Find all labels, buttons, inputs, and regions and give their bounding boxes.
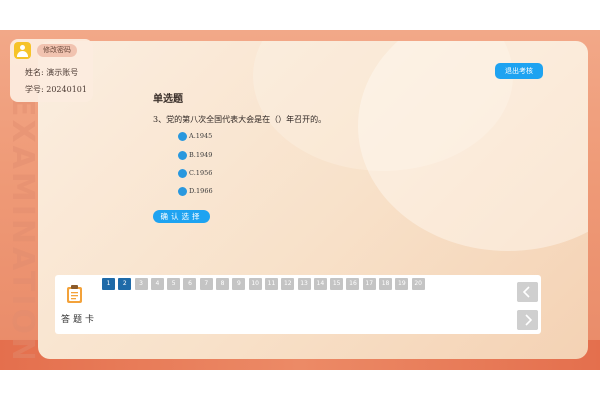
option-label: D.1966 xyxy=(189,187,213,195)
clipboard-icon xyxy=(67,285,82,303)
question-number-button[interactable]: 19 xyxy=(395,278,409,290)
radio-icon[interactable] xyxy=(178,131,187,141)
question-number-button[interactable]: 1 xyxy=(102,278,115,290)
question-number-button[interactable]: 6 xyxy=(183,278,197,290)
question-number-button[interactable]: 12 xyxy=(281,278,295,290)
next-page-icon[interactable] xyxy=(517,310,538,330)
question-number-button[interactable]: 18 xyxy=(379,278,393,290)
option-label: B.1949 xyxy=(189,151,213,159)
user-name: 姓名: 演示账号 xyxy=(25,67,78,78)
logout-button[interactable]: 退出考核 xyxy=(495,63,543,79)
question-number-button[interactable]: 11 xyxy=(264,278,278,290)
radio-icon[interactable] xyxy=(178,186,187,196)
question-number-button[interactable]: 8 xyxy=(216,278,230,290)
question-number-button[interactable]: 7 xyxy=(199,278,213,290)
question-number-button[interactable]: 16 xyxy=(346,278,360,290)
background-decoration xyxy=(358,41,588,251)
option-b[interactable]: B.1949 xyxy=(178,149,212,161)
option-c[interactable]: C.1956 xyxy=(178,167,212,179)
avatar-icon xyxy=(14,42,31,59)
question-number-button[interactable]: 9 xyxy=(232,278,246,290)
option-label: C.1956 xyxy=(189,169,213,177)
option-d[interactable]: D.1966 xyxy=(178,185,213,197)
question-text: 3、党的第八次全国代表大会是在（）年召开的。 xyxy=(153,115,327,124)
id-label: 学号: xyxy=(25,85,44,94)
radio-icon[interactable] xyxy=(178,168,187,178)
question-type-heading: 单选题 xyxy=(153,94,183,105)
question-number-button[interactable]: 14 xyxy=(313,278,327,290)
change-password-button[interactable]: 修改密码 xyxy=(37,44,77,57)
side-watermark: EXAMINATION xyxy=(5,96,40,358)
question-number-button[interactable]: 4 xyxy=(150,278,164,290)
student-id: 学号: 20240101 xyxy=(25,84,87,95)
radio-icon[interactable] xyxy=(178,150,187,160)
question-number-grid: 1 2 3 4 5 6 7 8 9 10 11 12 13 14 15 16 17 18 19 20 xyxy=(102,278,428,290)
question-number-button[interactable]: 15 xyxy=(330,278,344,290)
answer-sheet-title: 答题卡 xyxy=(60,315,97,325)
user-info-card: 修改密码 姓名: 演示账号 学号: 20240101 xyxy=(10,39,93,102)
id-value: 20240101 xyxy=(46,85,87,94)
name-value: 演示账号 xyxy=(46,68,79,77)
confirm-button[interactable]: 确认选择 xyxy=(153,210,210,223)
question-number-button[interactable]: 5 xyxy=(167,278,181,290)
name-label: 姓名: xyxy=(25,68,44,77)
question-number-button[interactable]: 10 xyxy=(248,278,262,290)
question-number-button[interactable]: 17 xyxy=(362,278,376,290)
question-number-button[interactable]: 3 xyxy=(134,278,148,290)
question-number-button[interactable]: 2 xyxy=(118,278,132,290)
question-number-button[interactable]: 20 xyxy=(411,278,425,290)
previous-page-icon[interactable] xyxy=(517,282,538,302)
answer-sheet: 答题卡 1 2 3 4 5 6 7 8 9 10 11 12 13 14 15 16 17 18 19 20 xyxy=(55,275,541,334)
option-label: A.1945 xyxy=(189,132,213,140)
option-a[interactable]: A.1945 xyxy=(178,130,212,142)
question-number-button[interactable]: 13 xyxy=(297,278,311,290)
